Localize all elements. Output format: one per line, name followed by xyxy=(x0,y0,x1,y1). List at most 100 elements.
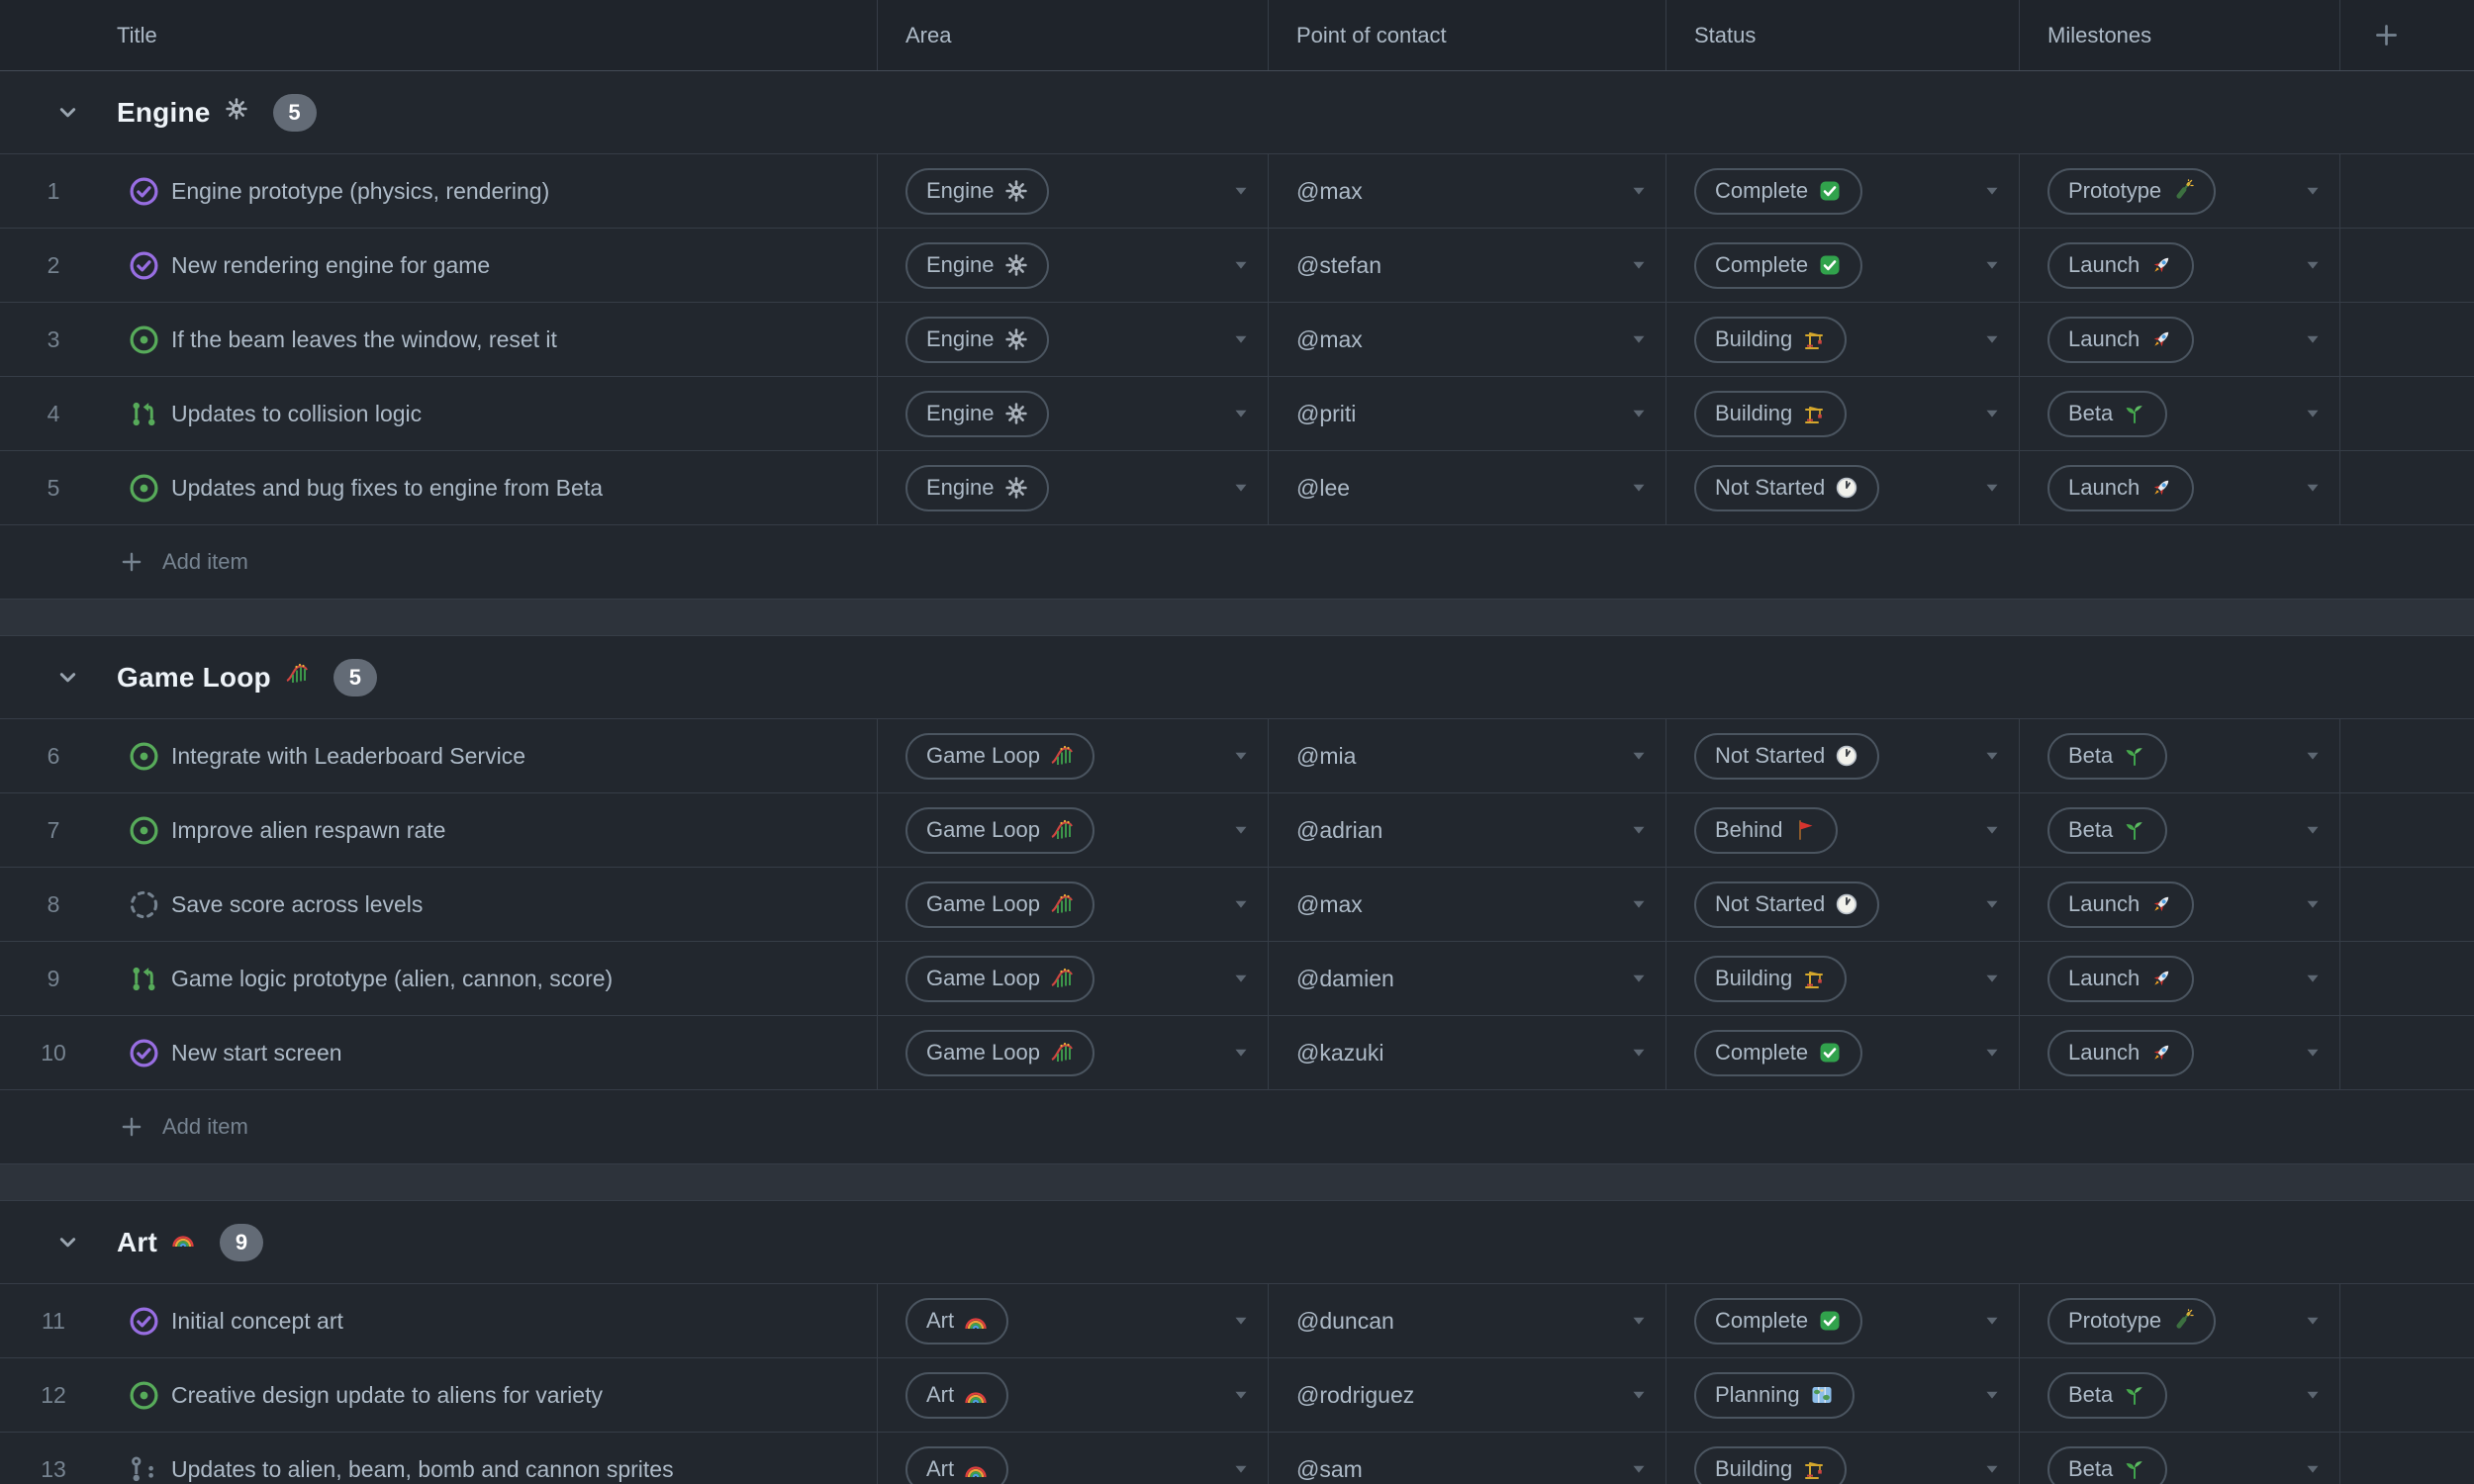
area-cell[interactable]: Engine xyxy=(878,303,1269,376)
status-cell[interactable]: Complete xyxy=(1666,1016,2020,1089)
dropdown-caret-icon[interactable] xyxy=(1230,1310,1252,1332)
title-cell[interactable]: 10 New start screen xyxy=(0,1016,878,1089)
status-cell[interactable]: Complete xyxy=(1666,1284,2020,1357)
column-header-area[interactable]: Area xyxy=(878,0,1269,70)
dropdown-caret-icon[interactable] xyxy=(2302,1042,2324,1064)
item-title[interactable]: New start screen xyxy=(171,1040,342,1067)
dropdown-caret-icon[interactable] xyxy=(1628,328,1650,350)
title-cell[interactable]: 12 Creative design update to aliens for … xyxy=(0,1358,878,1432)
milestone-cell[interactable]: Launch xyxy=(2020,868,2340,941)
milestone-cell[interactable]: Beta xyxy=(2020,1433,2340,1484)
title-cell[interactable]: 1 Engine prototype (physics, rendering) xyxy=(0,154,878,228)
status-cell[interactable]: Building xyxy=(1666,942,2020,1015)
area-cell[interactable]: Art xyxy=(878,1358,1269,1432)
dropdown-caret-icon[interactable] xyxy=(2302,328,2324,350)
item-title[interactable]: Updates to collision logic xyxy=(171,401,422,427)
area-cell[interactable]: Game Loop xyxy=(878,719,1269,792)
title-cell[interactable]: 13 Updates to alien, beam, bomb and cann… xyxy=(0,1433,878,1484)
status-cell[interactable]: Behind xyxy=(1666,793,2020,867)
milestone-cell[interactable]: Beta xyxy=(2020,1358,2340,1432)
area-cell[interactable]: Game Loop xyxy=(878,868,1269,941)
dropdown-caret-icon[interactable] xyxy=(1230,180,1252,202)
status-cell[interactable]: Building xyxy=(1666,377,2020,450)
item-title[interactable]: Save score across levels xyxy=(171,891,423,918)
area-cell[interactable]: Game Loop xyxy=(878,793,1269,867)
column-header-status[interactable]: Status xyxy=(1666,0,2020,70)
area-cell[interactable]: Art xyxy=(878,1433,1269,1484)
status-cell[interactable]: Not Started xyxy=(1666,868,2020,941)
dropdown-caret-icon[interactable] xyxy=(1628,1384,1650,1406)
point-of-contact-cell[interactable]: @damien xyxy=(1269,942,1666,1015)
dropdown-caret-icon[interactable] xyxy=(1628,819,1650,841)
point-of-contact-cell[interactable]: @max xyxy=(1269,303,1666,376)
dropdown-caret-icon[interactable] xyxy=(1230,819,1252,841)
point-of-contact-cell[interactable]: @adrian xyxy=(1269,793,1666,867)
dropdown-caret-icon[interactable] xyxy=(1230,1458,1252,1480)
dropdown-caret-icon[interactable] xyxy=(2302,893,2324,915)
point-of-contact-cell[interactable]: @priti xyxy=(1269,377,1666,450)
item-title[interactable]: Game logic prototype (alien, cannon, sco… xyxy=(171,966,613,992)
item-title[interactable]: New rendering engine for game xyxy=(171,252,490,279)
dropdown-caret-icon[interactable] xyxy=(1981,328,2003,350)
milestone-cell[interactable]: Launch xyxy=(2020,229,2340,302)
dropdown-caret-icon[interactable] xyxy=(1230,254,1252,276)
dropdown-caret-icon[interactable] xyxy=(1230,1384,1252,1406)
dropdown-caret-icon[interactable] xyxy=(1981,819,2003,841)
title-cell[interactable]: 2 New rendering engine for game xyxy=(0,229,878,302)
milestone-cell[interactable]: Beta xyxy=(2020,793,2340,867)
dropdown-caret-icon[interactable] xyxy=(1981,180,2003,202)
dropdown-caret-icon[interactable] xyxy=(1628,893,1650,915)
dropdown-caret-icon[interactable] xyxy=(1230,403,1252,424)
column-header-point-of-contact[interactable]: Point of contact xyxy=(1269,0,1666,70)
title-cell[interactable]: 3 If the beam leaves the window, reset i… xyxy=(0,303,878,376)
item-title[interactable]: Integrate with Leaderboard Service xyxy=(171,743,525,770)
dropdown-caret-icon[interactable] xyxy=(1981,477,2003,499)
group-header[interactable]: Game Loop 5 xyxy=(0,636,2474,719)
dropdown-caret-icon[interactable] xyxy=(1628,1042,1650,1064)
dropdown-caret-icon[interactable] xyxy=(1628,968,1650,989)
status-cell[interactable]: Not Started xyxy=(1666,451,2020,524)
item-title[interactable]: Creative design update to aliens for var… xyxy=(171,1382,603,1409)
item-title[interactable]: Improve alien respawn rate xyxy=(171,817,445,844)
point-of-contact-cell[interactable]: @kazuki xyxy=(1269,1016,1666,1089)
dropdown-caret-icon[interactable] xyxy=(1981,1384,2003,1406)
dropdown-caret-icon[interactable] xyxy=(2302,745,2324,767)
status-cell[interactable]: Not Started xyxy=(1666,719,2020,792)
add-item-button[interactable]: Add item xyxy=(0,525,2474,600)
point-of-contact-cell[interactable]: @mia xyxy=(1269,719,1666,792)
milestone-cell[interactable]: Launch xyxy=(2020,942,2340,1015)
chevron-down-icon[interactable] xyxy=(54,99,81,126)
title-cell[interactable]: 5 Updates and bug fixes to engine from B… xyxy=(0,451,878,524)
area-cell[interactable]: Engine xyxy=(878,154,1269,228)
title-cell[interactable]: 7 Improve alien respawn rate xyxy=(0,793,878,867)
point-of-contact-cell[interactable]: @max xyxy=(1269,868,1666,941)
dropdown-caret-icon[interactable] xyxy=(1981,1458,2003,1480)
dropdown-caret-icon[interactable] xyxy=(1981,1310,2003,1332)
dropdown-caret-icon[interactable] xyxy=(2302,477,2324,499)
area-cell[interactable]: Game Loop xyxy=(878,942,1269,1015)
chevron-down-icon[interactable] xyxy=(54,1229,81,1255)
dropdown-caret-icon[interactable] xyxy=(1230,328,1252,350)
add-item-button[interactable]: Add item xyxy=(0,1090,2474,1164)
dropdown-caret-icon[interactable] xyxy=(1628,745,1650,767)
dropdown-caret-icon[interactable] xyxy=(2302,819,2324,841)
milestone-cell[interactable]: Prototype xyxy=(2020,154,2340,228)
milestone-cell[interactable]: Prototype xyxy=(2020,1284,2340,1357)
item-title[interactable]: Updates to alien, beam, bomb and cannon … xyxy=(171,1456,674,1483)
milestone-cell[interactable]: Launch xyxy=(2020,303,2340,376)
item-title[interactable]: Updates and bug fixes to engine from Bet… xyxy=(171,475,603,502)
dropdown-caret-icon[interactable] xyxy=(1230,968,1252,989)
area-cell[interactable]: Engine xyxy=(878,451,1269,524)
group-header[interactable]: Art 9 xyxy=(0,1201,2474,1284)
dropdown-caret-icon[interactable] xyxy=(2302,968,2324,989)
area-cell[interactable]: Art xyxy=(878,1284,1269,1357)
dropdown-caret-icon[interactable] xyxy=(2302,1310,2324,1332)
dropdown-caret-icon[interactable] xyxy=(1230,477,1252,499)
dropdown-caret-icon[interactable] xyxy=(1230,1042,1252,1064)
dropdown-caret-icon[interactable] xyxy=(1981,1042,2003,1064)
dropdown-caret-icon[interactable] xyxy=(1981,968,2003,989)
point-of-contact-cell[interactable]: @max xyxy=(1269,154,1666,228)
area-cell[interactable]: Engine xyxy=(878,377,1269,450)
dropdown-caret-icon[interactable] xyxy=(1981,893,2003,915)
milestone-cell[interactable]: Beta xyxy=(2020,377,2340,450)
